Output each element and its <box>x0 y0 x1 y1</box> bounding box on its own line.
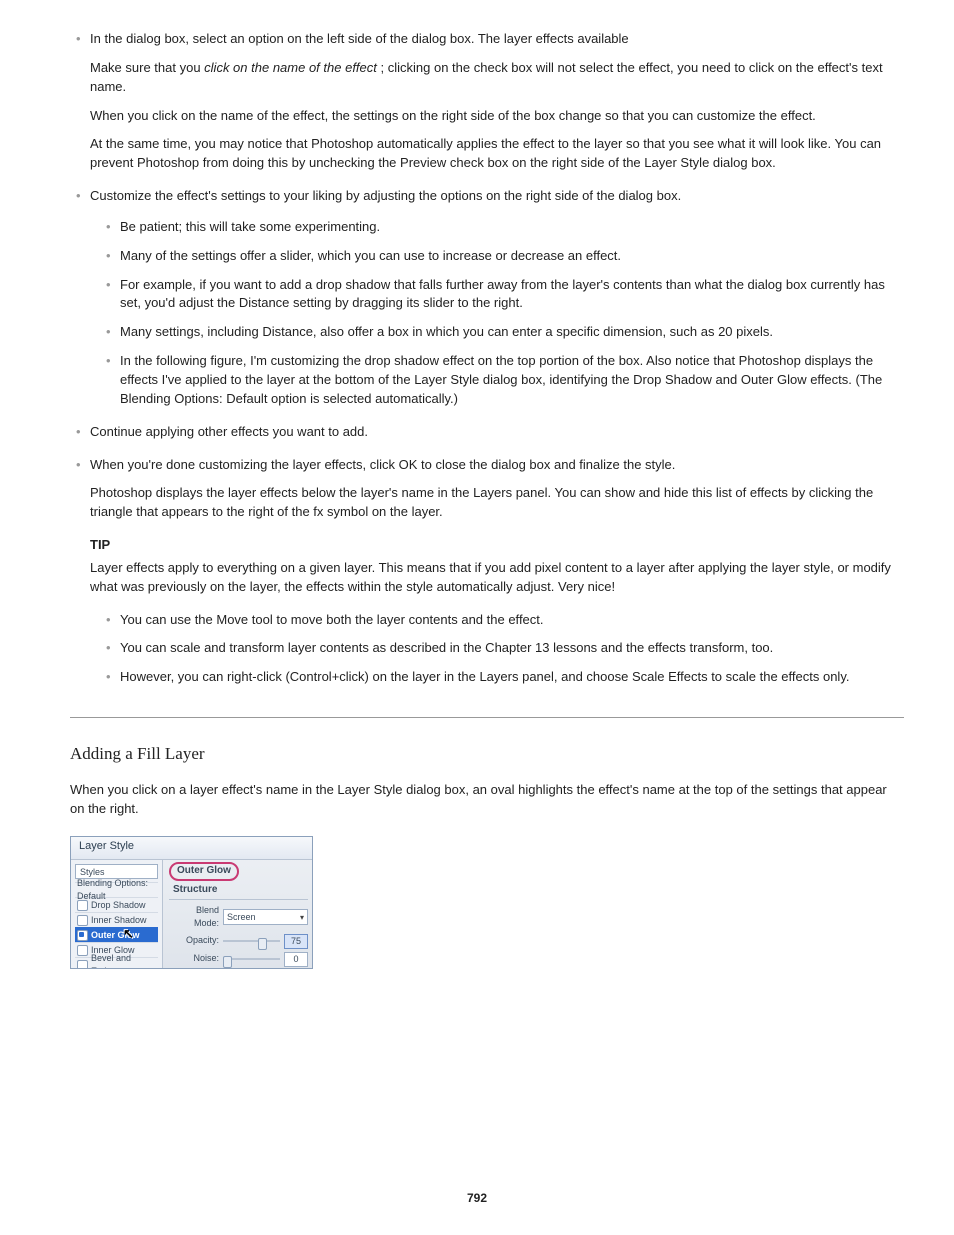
opacity-value[interactable]: 75 <box>284 934 308 949</box>
blend-mode-value: Screen <box>227 911 256 924</box>
noise-label: Noise: <box>169 952 219 965</box>
text: When you click on the name of the effect… <box>90 107 904 126</box>
noise-slider[interactable] <box>223 953 280 965</box>
section-title: Adding a Fill Layer <box>70 742 904 767</box>
opacity-label: Opacity: <box>169 934 219 947</box>
opacity-slider[interactable] <box>223 935 280 947</box>
sub-item: However, you can right-click (Control+cl… <box>100 668 904 687</box>
step-customize: Customize the effect's settings to your … <box>70 187 904 409</box>
sub-item: Many of the settings offer a slider, whi… <box>100 247 904 266</box>
noise-value[interactable]: 0 <box>284 952 308 967</box>
effect-settings: Outer Glow Structure Blend Mode: Screen … <box>163 860 312 968</box>
blend-mode-dropdown[interactable]: Screen ▾ <box>223 909 308 925</box>
sidebar-item-bevel-emboss[interactable]: Bevel and Emboss <box>75 957 158 969</box>
text: Make sure that you <box>90 60 204 75</box>
cursor-icon: ↖ <box>123 925 134 944</box>
layer-style-dialog: Layer Style Styles Blending Options: Def… <box>70 836 313 969</box>
section-divider <box>70 717 904 718</box>
sidebar-item-label: Bevel and Emboss <box>91 952 156 969</box>
sidebar-item-blending-options[interactable]: Blending Options: Default <box>75 882 158 897</box>
step-continue: Continue applying other effects you want… <box>70 423 904 442</box>
styles-sidebar: Styles Blending Options: Default Drop Sh… <box>71 860 163 968</box>
drop-shadow-checkbox[interactable] <box>77 900 88 911</box>
outer-glow-checkbox[interactable] <box>77 930 88 941</box>
effect-name-callout: Outer Glow <box>169 862 239 881</box>
step-dialog-select: In the dialog box, select an option on t… <box>70 30 904 173</box>
text: In the dialog box, select an option on t… <box>90 31 629 46</box>
finalize-sublist: You can use the Move tool to move both t… <box>100 611 904 688</box>
inner-shadow-checkbox[interactable] <box>77 915 88 926</box>
text: Customize the effect's settings to your … <box>90 188 681 203</box>
text: When you're done customizing the layer e… <box>90 457 675 472</box>
sidebar-item-inner-shadow[interactable]: Inner Shadow <box>75 912 158 927</box>
instruction-list-top: In the dialog box, select an option on t… <box>70 30 904 687</box>
sub-item: For example, if you want to add a drop s… <box>100 276 904 314</box>
chevron-down-icon: ▾ <box>300 912 304 924</box>
customize-sublist: Be patient; this will take some experime… <box>100 218 904 409</box>
bevel-emboss-checkbox[interactable] <box>77 960 88 970</box>
sub-item: You can use the Move tool to move both t… <box>100 611 904 630</box>
sub-item: Many settings, including Distance, also … <box>100 323 904 342</box>
sub-item: Be patient; this will take some experime… <box>100 218 904 237</box>
page-number: 792 <box>0 1190 954 1207</box>
text: At the same time, you may notice that Ph… <box>90 135 904 173</box>
section-intro: When you click on a layer effect's name … <box>70 781 904 819</box>
emphasis-click-name: click on the name of the effect <box>204 60 377 75</box>
dialog-title: Layer Style <box>71 837 312 860</box>
text: Photoshop displays the layer effects bel… <box>90 484 904 522</box>
sidebar-item-outer-glow[interactable]: Outer Glow ↖ <box>75 927 158 942</box>
blend-mode-label: Blend Mode: <box>169 904 219 930</box>
sidebar-item-label: Inner Shadow <box>91 914 147 927</box>
tip-heading: TIP <box>90 537 110 552</box>
group-structure-label: Structure <box>173 883 308 898</box>
sidebar-item-label: Drop Shadow <box>91 899 146 912</box>
sidebar-item-drop-shadow[interactable]: Drop Shadow <box>75 897 158 912</box>
sub-item: In the following figure, I'm customizing… <box>100 352 904 409</box>
inner-glow-checkbox[interactable] <box>77 945 88 956</box>
tip-body: Layer effects apply to everything on a g… <box>90 559 904 597</box>
sub-item: You can scale and transform layer conten… <box>100 639 904 658</box>
step-finalize: When you're done customizing the layer e… <box>70 456 904 688</box>
